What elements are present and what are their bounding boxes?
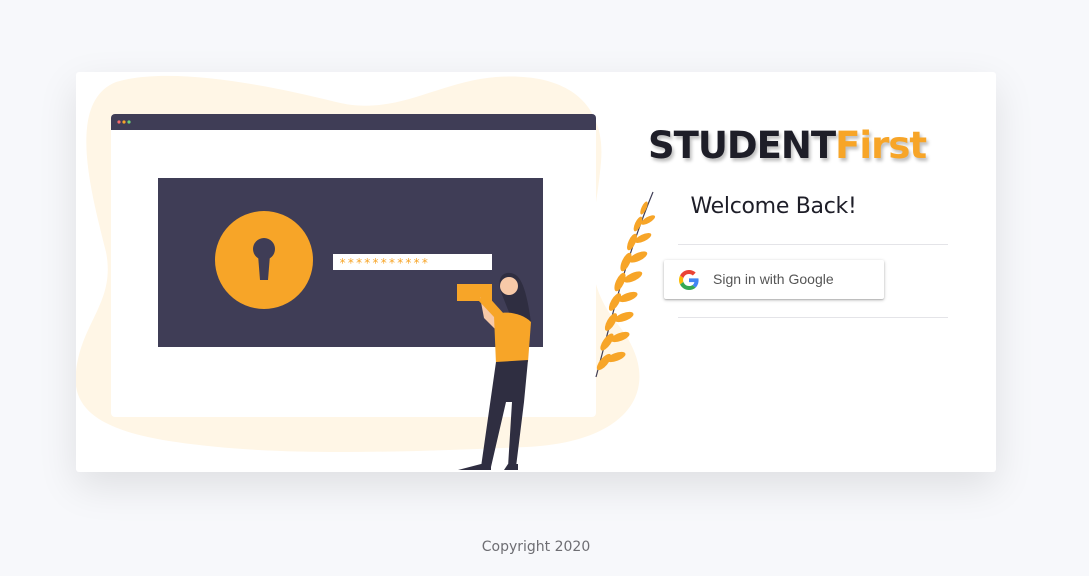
welcome-heading: Welcome Back! [690,194,857,219]
login-card: *********** STUDENTFirst Welcome Back! S… [76,72,996,472]
google-icon [679,270,699,290]
brand-part-student: STUDENT [648,124,836,167]
login-panel: STUDENTFirst Welcome Back! Sign in with … [596,72,996,472]
divider-top [678,244,948,245]
google-sign-in-button[interactable]: Sign in with Google [664,260,884,299]
login-illustration: *********** [76,75,656,470]
brand-part-first: First [835,124,927,167]
divider-bottom [678,317,948,318]
copyright-text: Copyright 2020 [481,539,591,555]
brand-logo: STUDENTFirst [648,124,948,167]
password-mask: *********** [339,256,429,270]
google-sign-in-label: Sign in with Google [713,271,834,287]
keyhole-icon [215,211,313,309]
